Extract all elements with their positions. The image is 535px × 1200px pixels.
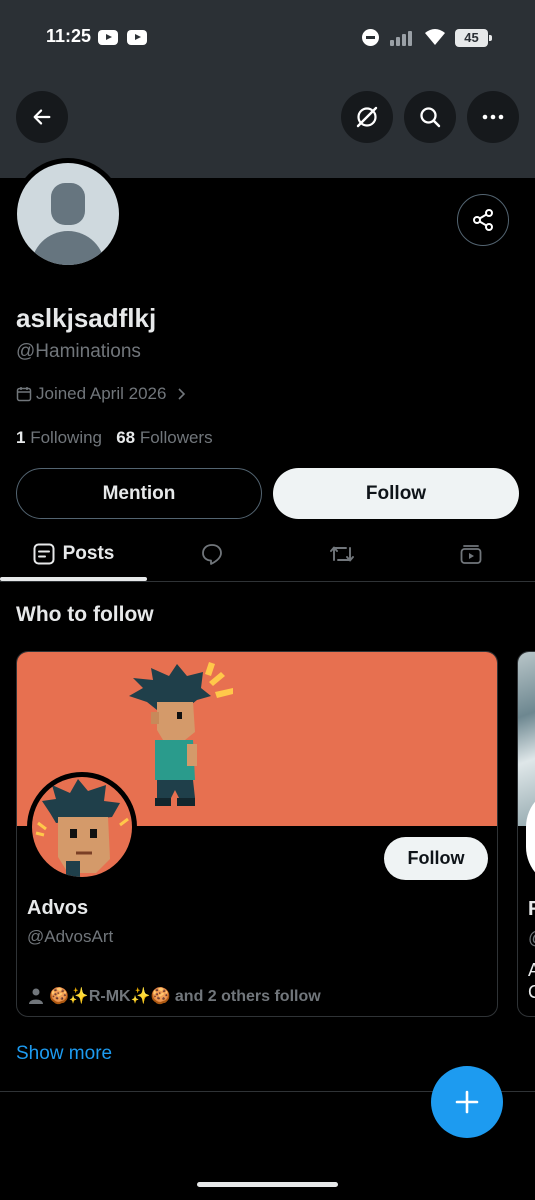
tab-posts-label: Posts (62, 543, 115, 564)
followers-label: Followers (139, 428, 213, 447)
back-button[interactable] (16, 91, 68, 143)
status-bar: 11:25 45 (0, 0, 535, 76)
suggested-user-handle: @AdvosArt (27, 927, 114, 946)
suggested-user-follow-button[interactable]: Follow (384, 837, 488, 880)
follow-button[interactable]: Follow (273, 468, 519, 519)
youtube-notification-icon (98, 30, 118, 45)
default-avatar-icon (17, 163, 119, 265)
tab-reposts[interactable] (277, 527, 407, 581)
tab-media[interactable] (407, 527, 535, 581)
suggested-user-card-partial[interactable]: F @ A C (517, 651, 535, 1017)
tab-replies[interactable] (147, 527, 277, 581)
following-count: 1 (16, 428, 26, 447)
more-dots-icon (482, 114, 504, 120)
suggested-user-avatar[interactable] (27, 772, 137, 882)
followers-count: 68 (116, 428, 136, 447)
grok-icon (356, 106, 378, 128)
calendar-icon (16, 387, 32, 402)
search-icon (420, 107, 441, 128)
social-context-text: 🍪✨R-MK✨🍪 and 2 others follow (49, 988, 321, 1005)
youtube-notification-icon (127, 30, 147, 45)
suggested-user-name: F (528, 898, 535, 921)
follow-stats: 1 Following 68 Followers (16, 428, 213, 448)
profile-display-name: aslkjsadflkj (16, 303, 157, 333)
joined-date-label: Joined April 2026 (36, 384, 167, 403)
avatar-character-image (35, 779, 129, 877)
profile-avatar[interactable] (12, 158, 124, 270)
selected-tab-indicator (0, 577, 147, 581)
suggested-user-bio: C (528, 982, 535, 1003)
suggested-user-handle: @ (528, 928, 535, 949)
show-more-link[interactable]: Show more (16, 1043, 112, 1065)
person-icon (29, 988, 43, 1004)
signal-icon (390, 30, 418, 46)
mention-button[interactable]: Mention (16, 468, 262, 519)
profile-handle: @Haminations (16, 341, 141, 362)
wifi-icon (425, 29, 445, 45)
suggested-user-banner (518, 652, 535, 826)
profile-tabs: Posts (0, 527, 535, 582)
arrow-left-icon (33, 109, 51, 125)
who-to-follow-heading: Who to follow (16, 603, 154, 626)
do-not-disturb-icon (362, 29, 379, 46)
joined-date[interactable]: Joined April 2026 (16, 384, 188, 404)
posts-icon (33, 543, 55, 565)
followers-link[interactable]: 68 Followers (116, 428, 212, 447)
following-label: Following (30, 428, 103, 447)
battery-indicator: 45 (455, 29, 492, 47)
more-options-button[interactable] (467, 91, 519, 143)
following-link[interactable]: 1 Following (16, 428, 102, 447)
search-button[interactable] (404, 91, 456, 143)
status-time: 11:25 (46, 26, 92, 46)
replies-icon (202, 544, 222, 565)
suggested-user-name: Advos (27, 897, 89, 919)
home-indicator[interactable] (197, 1182, 338, 1187)
chevron-right-icon (178, 388, 186, 400)
share-icon (473, 209, 493, 231)
plus-icon (455, 1090, 479, 1114)
media-icon (460, 545, 482, 564)
grok-button[interactable] (341, 91, 393, 143)
share-button[interactable] (457, 194, 509, 246)
compose-post-button[interactable] (431, 1066, 503, 1138)
suggested-user-card[interactable]: Follow Advos @AdvosArt 🍪✨R-MK✨🍪 and 2 ot… (16, 651, 498, 1017)
social-context: 🍪✨R-MK✨🍪 and 2 others follow (29, 986, 321, 1006)
repost-icon (330, 546, 354, 562)
tab-posts[interactable]: Posts (0, 527, 147, 581)
suggested-user-bio: A (528, 960, 535, 981)
